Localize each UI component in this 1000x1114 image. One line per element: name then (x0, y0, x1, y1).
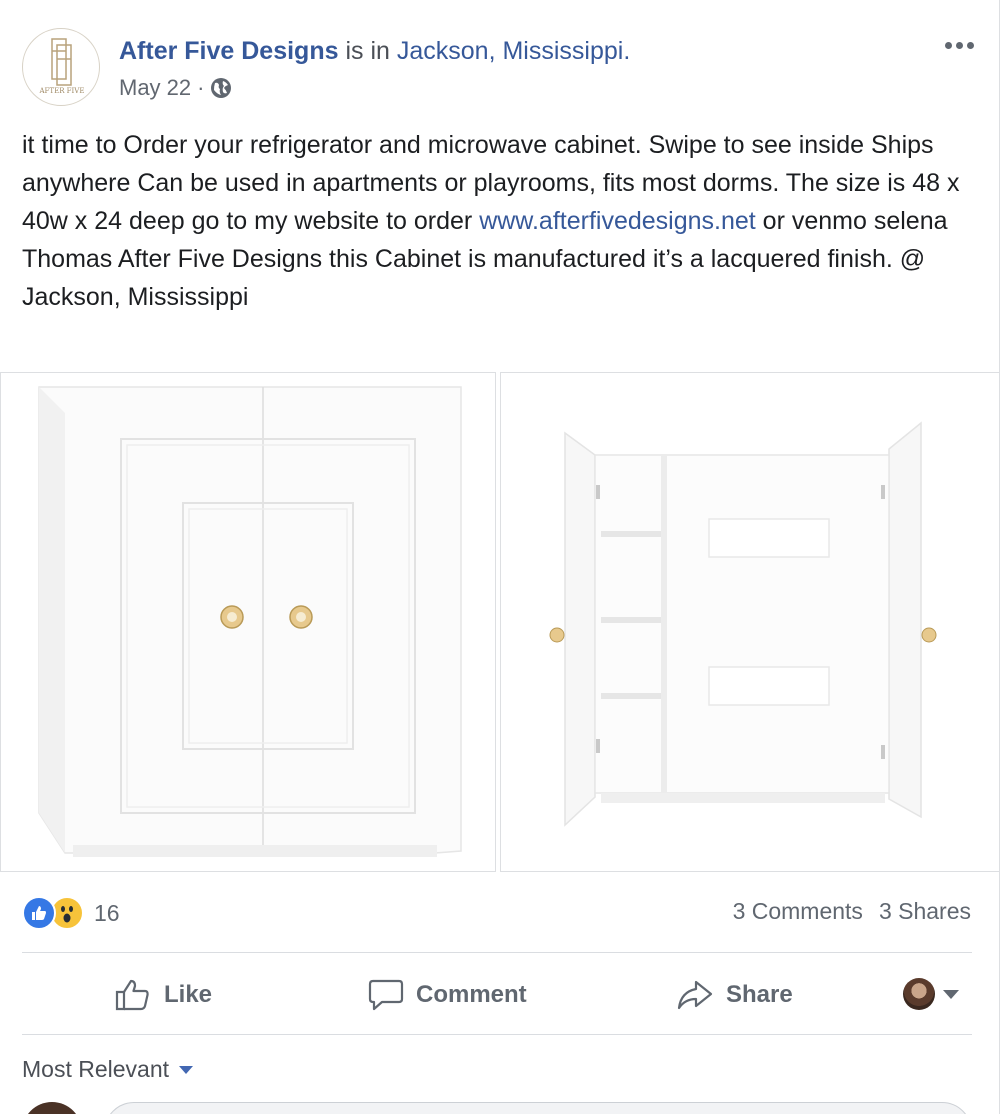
user-avatar (903, 978, 935, 1010)
page-avatar[interactable]: AFTER FIVE (22, 28, 100, 106)
location-link[interactable]: Jackson, Mississippi. (397, 37, 630, 65)
comment-sort-label: Most Relevant (22, 1056, 170, 1082)
post-date[interactable]: May 22 (119, 74, 191, 102)
logo-text: AFTER FIVE (39, 87, 85, 95)
globe-icon[interactable] (210, 77, 232, 99)
engagement-stats: 3 Comments 3 Shares (733, 898, 971, 925)
share-label: Share (726, 981, 793, 1008)
reaction-count: 16 (94, 899, 120, 926)
chevron-down-icon (179, 1065, 194, 1074)
author-name-link[interactable]: After Five Designs (119, 37, 339, 65)
website-link[interactable]: www.afterfivedesigns.net (479, 207, 756, 235)
share-arrow-icon (677, 980, 713, 1010)
thumbs-up-icon (115, 979, 149, 1011)
more-options-icon[interactable] (939, 30, 979, 60)
open-cabinet-photo[interactable] (500, 372, 1000, 872)
closed-cabinet-photo[interactable] (0, 372, 496, 872)
comments-count-link[interactable]: 3 Comments (733, 898, 863, 925)
facebook-post: AFTER FIVE After Five Designs is in Jack… (0, 0, 1000, 1114)
like-button[interactable]: Like (114, 970, 212, 1020)
meta-separator: · (197, 75, 205, 100)
post-author-line: After Five Designs is in Jackson, Missis… (119, 36, 630, 66)
chevron-down-icon (943, 989, 959, 999)
divider-bottom (22, 1034, 972, 1035)
shares-count-link[interactable]: 3 Shares (879, 898, 971, 925)
comment-input[interactable] (104, 1102, 972, 1114)
share-button[interactable]: Share (676, 970, 793, 1020)
commenter-avatar (22, 1102, 82, 1114)
post-as-selector[interactable] (903, 978, 959, 1010)
post-body: it time to Order your refrigerator and m… (22, 126, 972, 316)
comment-sort-dropdown[interactable]: Most Relevant (22, 1056, 194, 1083)
divider-top (22, 952, 972, 953)
comment-bubble-icon (368, 979, 404, 1011)
post-meta: May 22 · (119, 74, 232, 102)
location-connector: is in (338, 37, 397, 65)
reactions-summary[interactable]: 16 (22, 894, 120, 932)
comment-label: Comment (416, 981, 527, 1008)
comment-button[interactable]: Comment (368, 970, 527, 1020)
like-label: Like (164, 981, 213, 1008)
after-five-logo: AFTER FIVE (39, 38, 85, 95)
like-reaction-icon (22, 896, 56, 930)
